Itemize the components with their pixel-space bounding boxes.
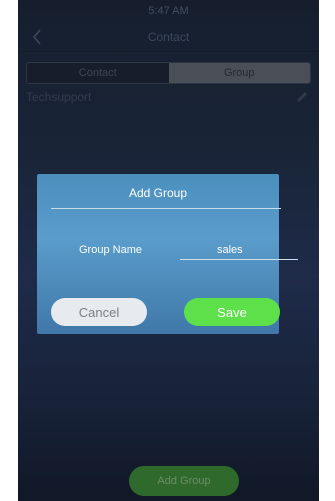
- add-group-dialog: Add Group Group Name sales Cancel Save: [37, 174, 298, 334]
- group-name-input[interactable]: sales: [180, 242, 298, 260]
- dialog-title: Add Group: [128, 186, 188, 200]
- add-group-button[interactable]: Add Group: [129, 466, 239, 496]
- save-button[interactable]: Save: [184, 298, 280, 326]
- dialog-divider: [51, 208, 281, 209]
- cancel-label: Cancel: [78, 304, 120, 320]
- save-label: Save: [217, 304, 247, 320]
- add-group-label: Add Group: [157, 475, 211, 487]
- group-name-label: Group Name: [79, 244, 142, 256]
- cancel-button[interactable]: Cancel: [51, 298, 147, 326]
